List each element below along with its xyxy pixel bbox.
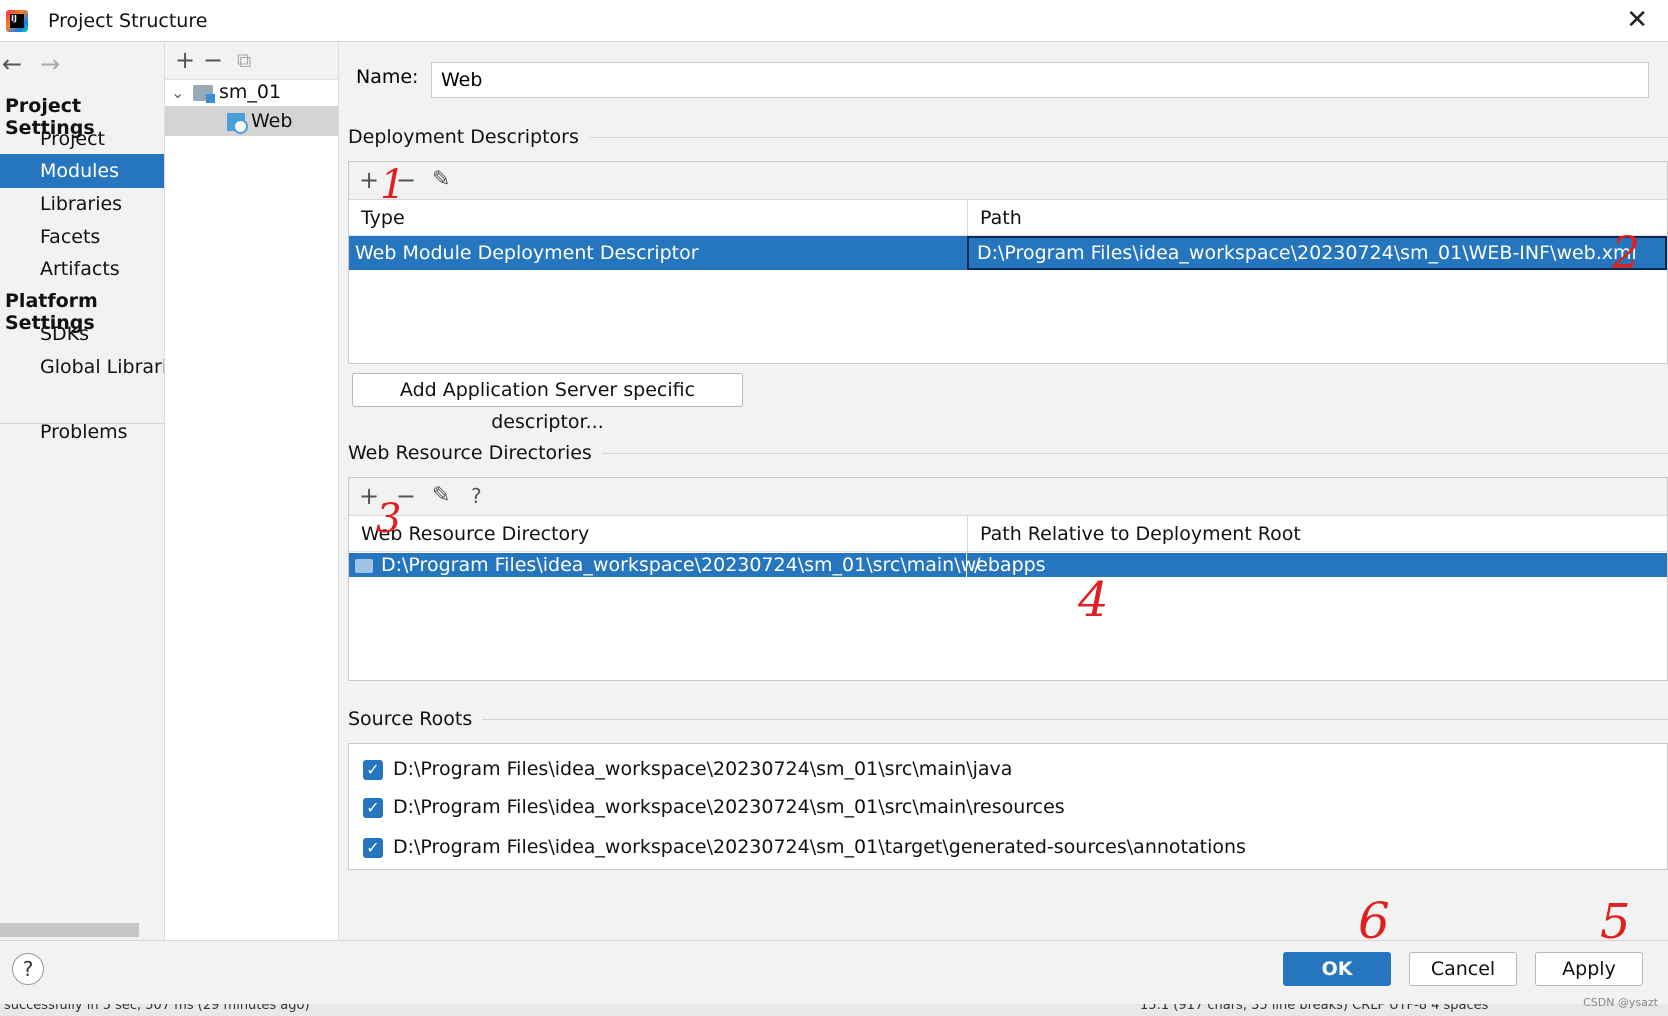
checkbox-checked-icon[interactable]: ✓ — [363, 797, 383, 818]
nav-item-libraries[interactable]: Libraries — [0, 187, 164, 221]
nav-item-problems[interactable]: Problems — [0, 415, 164, 449]
name-input[interactable]: Web — [431, 62, 1649, 98]
dialog-footer: ? OK Cancel Apply — [0, 940, 1668, 1004]
tree-toolbar: + − ⧉ — [165, 42, 338, 80]
list-item[interactable]: ✓ D:\Program Files\idea_workspace\2023072… — [363, 832, 1246, 862]
section-divider — [348, 719, 1668, 720]
watermark: CSDN @ysazt — [1583, 996, 1658, 1009]
source-root-path: D:\Program Files\idea_workspace\20230724… — [393, 836, 1246, 858]
add-icon[interactable]: + — [175, 48, 195, 72]
source-roots-title: Source Roots — [348, 708, 483, 730]
column-divider — [966, 553, 967, 577]
nav-item-project[interactable]: Project — [0, 122, 164, 156]
deployment-descriptors-title: Deployment Descriptors — [348, 126, 589, 148]
web-folder-icon — [355, 558, 373, 573]
background-ide-statusbar: successfully in 5 sec, 507 ms (29 minute… — [0, 1004, 1668, 1016]
window-title: Project Structure — [48, 10, 208, 32]
descriptor-path-cell[interactable]: D:\Program Files\idea_workspace\20230724… — [967, 236, 1667, 270]
tree-node-label: Web — [251, 110, 293, 132]
settings-navigation: ← → Project Settings Project Modules Lib… — [0, 42, 165, 940]
nav-item-artifacts[interactable]: Artifacts — [0, 252, 164, 286]
checkbox-checked-icon[interactable]: ✓ — [363, 759, 383, 780]
copy-icon[interactable]: ⧉ — [237, 48, 251, 72]
title-bar: IJ Project Structure ✕ — [0, 0, 1668, 42]
remove-icon[interactable]: − — [396, 484, 416, 508]
web-facet-icon — [227, 112, 248, 134]
tree-node-label: sm_01 — [219, 81, 282, 103]
resource-directory-cell: D:\Program Files\idea_workspace\20230724… — [349, 553, 1046, 577]
column-divider — [967, 516, 968, 552]
column-header-path[interactable]: Path — [968, 200, 1667, 236]
descriptors-toolbar: + − ✎ — [349, 162, 1667, 200]
list-item[interactable]: ✓ D:\Program Files\idea_workspace\2023072… — [363, 754, 1012, 784]
apply-button[interactable]: Apply — [1535, 952, 1643, 986]
add-server-descriptor-button[interactable]: Add Application Server specific descript… — [352, 373, 743, 433]
help-question-icon[interactable]: ? — [471, 484, 482, 508]
edit-pencil-icon[interactable]: ✎ — [432, 484, 450, 508]
name-label: Name: — [356, 66, 419, 88]
web-resource-directories-table: + − ✎ ? Web Resource Directory Path Rela… — [348, 477, 1668, 681]
module-tree-panel: + − ⧉ ⌄ sm_01 Web — [165, 42, 339, 940]
column-header-relative-path[interactable]: Path Relative to Deployment Root — [968, 516, 1667, 552]
remove-icon[interactable]: − — [203, 48, 223, 72]
back-arrow-icon[interactable]: ← — [2, 52, 22, 76]
status-right-text: 15:1 (917 chars, 35 line breaks) CRLF UT… — [1140, 1004, 1489, 1013]
close-icon[interactable]: ✕ — [1626, 7, 1648, 33]
tree-node-sm01[interactable]: ⌄ sm_01 — [171, 77, 281, 107]
chevron-down-icon[interactable]: ⌄ — [171, 78, 193, 108]
source-root-path: D:\Program Files\idea_workspace\20230724… — [393, 758, 1013, 780]
add-icon[interactable]: + — [359, 484, 379, 508]
cancel-button[interactable]: Cancel — [1409, 952, 1517, 986]
descriptor-type-cell: Web Module Deployment Descriptor — [355, 242, 699, 264]
nav-item-global-libraries[interactable]: Global Librarie — [0, 350, 164, 384]
status-left-text: successfully in 5 sec, 507 ms (29 minute… — [4, 1004, 310, 1013]
table-row[interactable]: Web Module Deployment Descriptor D:\Prog… — [349, 236, 1667, 270]
list-item[interactable]: ✓ D:\Program Files\idea_workspace\2023072… — [363, 792, 1065, 822]
source-roots-list: ✓ D:\Program Files\idea_workspace\2023072… — [348, 743, 1668, 870]
web-resource-directories-title: Web Resource Directories — [348, 442, 602, 464]
help-icon[interactable]: ? — [12, 953, 44, 985]
intellij-logo-icon: IJ — [6, 10, 28, 32]
table-row[interactable]: D:\Program Files\idea_workspace\20230724… — [349, 553, 1667, 577]
nav-item-sdks[interactable]: SDKs — [0, 317, 164, 351]
ok-button[interactable]: OK — [1283, 952, 1391, 986]
column-header-type[interactable]: Type — [349, 200, 968, 236]
tree-node-web[interactable]: Web — [165, 106, 338, 136]
edit-pencil-icon[interactable]: ✎ — [432, 168, 450, 192]
add-icon[interactable]: + — [359, 168, 379, 192]
relative-path-cell[interactable]: / — [968, 553, 1667, 577]
checkbox-checked-icon[interactable]: ✓ — [363, 837, 383, 858]
column-header-web-resource-directory[interactable]: Web Resource Directory — [349, 516, 968, 552]
module-folder-icon — [193, 84, 215, 103]
forward-arrow-icon[interactable]: → — [40, 52, 60, 76]
nav-horizontal-scrollbar[interactable] — [0, 923, 139, 937]
nav-item-facets[interactable]: Facets — [0, 220, 164, 254]
column-divider — [967, 200, 968, 236]
deployment-descriptors-table: + − ✎ Type Path Web Module Deployment De… — [348, 161, 1668, 364]
remove-icon[interactable]: − — [396, 168, 416, 192]
facet-settings-panel: Name: Web Deployment Descriptors + − ✎ T… — [339, 42, 1668, 940]
nav-item-modules[interactable]: Modules — [0, 154, 164, 188]
resource-directory-text: D:\Program Files\idea_workspace\20230724… — [381, 554, 1046, 576]
resources-toolbar: + − ✎ ? — [349, 478, 1667, 516]
source-root-path: D:\Program Files\idea_workspace\20230724… — [393, 796, 1065, 818]
